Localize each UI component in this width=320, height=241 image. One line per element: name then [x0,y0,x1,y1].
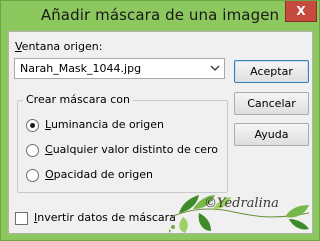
mask-options-group: Crear máscara con Luminancia de origen C… [17,93,228,193]
radio-label-text: pacidad de origen [53,168,153,181]
radio-luminance-label: Luminancia de origen [45,118,164,131]
close-icon: X [296,4,306,18]
radio-any-nonzero-label: Cualquier valor distinto de cero [45,143,218,156]
source-label-mnemonic: V [15,40,22,53]
help-button[interactable]: Ayuda [234,123,309,146]
dialog-body: Ventana origen: Narah_Mask_1044.jpg Acep… [8,31,313,234]
radio-button[interactable] [26,119,39,132]
mnemonic-letter: C [45,143,53,156]
source-window-value: Narah_Mask_1044.jpg [20,62,142,75]
mask-group-title: Crear máscara con [23,93,133,106]
dialog-window: Añadir máscara de una imagen X Ventana o… [0,0,320,241]
invert-mask-label: Invertir datos de máscara [34,211,176,224]
source-window-select[interactable]: Narah_Mask_1044.jpg [14,58,225,79]
radio-label-text: uminancia de origen [50,118,164,131]
source-window-label: Ventana origen: [15,40,102,53]
leaf-branch-icon [167,195,310,233]
watermark: ©Yedralina [167,187,314,235]
radio-label-text: ualquier valor distinto de cero [52,143,219,156]
invert-mask-checkbox[interactable] [15,212,28,225]
close-button[interactable]: X [285,1,317,22]
radio-button[interactable] [26,169,39,182]
accept-button[interactable]: Aceptar [234,60,309,83]
window-title: Añadir máscara de una imagen [40,6,280,24]
watermark-text: ©Yedralina [204,196,279,211]
source-label-text: entana origen: [21,40,103,53]
cancel-button[interactable]: Cancelar [234,92,309,115]
chevron-down-icon[interactable] [210,62,220,74]
radio-opacity-label: Opacidad de origen [45,168,153,181]
radio-button[interactable] [26,144,39,157]
checkbox-label-text: nvertir datos de máscara [37,211,176,224]
mnemonic-letter: O [45,168,54,181]
title-bar[interactable]: Añadir máscara de una imagen X [1,1,319,31]
